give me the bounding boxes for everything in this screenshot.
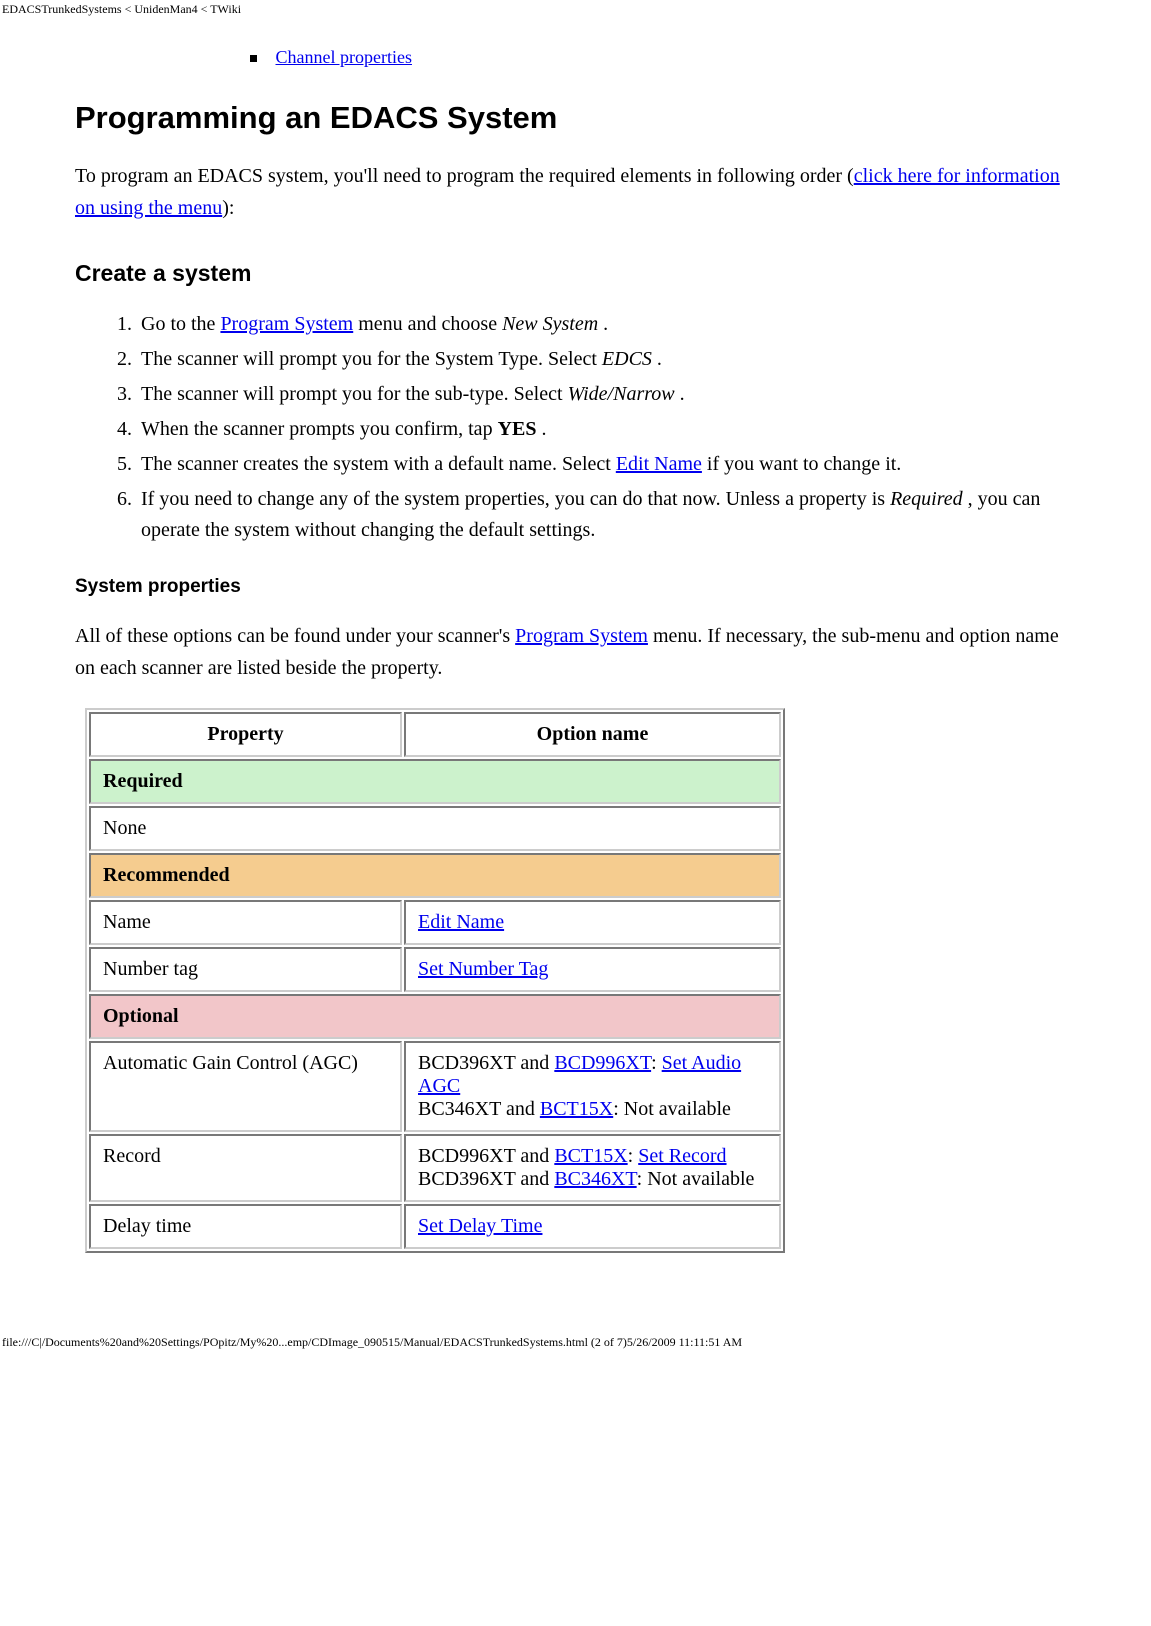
table-row: Record BCD996XT and BCT15X: Set Record B…	[89, 1134, 781, 1202]
cell-text: BC346XT and	[418, 1098, 540, 1120]
step-text: .	[675, 383, 685, 405]
table-row: Delay time Set Delay Time	[89, 1204, 781, 1249]
step-em: Required	[890, 488, 963, 510]
step-4: When the scanner prompts you confirm, ta…	[137, 414, 1076, 445]
step-text: .	[536, 418, 546, 440]
set-record-link[interactable]: Set Record	[638, 1145, 726, 1167]
property-cell: Delay time	[89, 1204, 402, 1249]
required-section: Required	[89, 759, 781, 804]
option-cell: BCD396XT and BCD996XT: Set Audio AGC BC3…	[404, 1041, 781, 1132]
step-text: The scanner creates the system with a de…	[141, 453, 616, 475]
step-em: Wide/Narrow	[568, 383, 675, 405]
step-text: .	[652, 348, 662, 370]
cell-text: : Not available	[613, 1098, 731, 1120]
step-strong: YES	[498, 418, 537, 440]
option-cell: BCD996XT and BCT15X: Set Record BCD396XT…	[404, 1134, 781, 1202]
property-cell: Name	[89, 900, 402, 945]
step-2: The scanner will prompt you for the Syst…	[137, 344, 1076, 375]
channel-properties-link[interactable]: Channel properties	[276, 47, 412, 67]
edit-name-link-2[interactable]: Edit Name	[418, 911, 504, 933]
para-text: All of these options can be found under …	[75, 625, 515, 647]
option-cell: Set Number Tag	[404, 947, 781, 992]
bct15x-link-2[interactable]: BCT15X	[554, 1145, 627, 1167]
bc346xt-link[interactable]: BC346XT	[554, 1168, 636, 1190]
bullet-icon	[250, 55, 257, 62]
intro-text-post: ):	[222, 197, 234, 219]
cell-text: : Not available	[637, 1168, 755, 1190]
table-row: Name Edit Name	[89, 900, 781, 945]
step-em: New System	[502, 313, 598, 335]
property-cell: Number tag	[89, 947, 402, 992]
cell-text: BCD396XT and	[418, 1168, 554, 1190]
step-em: EDCS	[602, 348, 652, 370]
step-text: The scanner will prompt you for the sub-…	[141, 383, 568, 405]
table-section-row: Required	[89, 759, 781, 804]
page-header: EDACSTrunkedSystems < UnidenMan4 < TWiki	[0, 0, 1151, 17]
property-cell: Automatic Gain Control (AGC)	[89, 1041, 402, 1132]
option-cell: Set Delay Time	[404, 1204, 781, 1249]
optional-section: Optional	[89, 994, 781, 1039]
step-text: When the scanner prompts you confirm, ta…	[141, 418, 498, 440]
program-system-link[interactable]: Program System	[220, 313, 353, 335]
intro-paragraph: To program an EDACS system, you'll need …	[75, 160, 1076, 224]
system-properties-heading: System properties	[75, 576, 1076, 598]
step-5: The scanner creates the system with a de…	[137, 449, 1076, 480]
step-6: If you need to change any of the system …	[137, 484, 1076, 546]
bct15x-link[interactable]: BCT15X	[540, 1098, 613, 1120]
step-1: Go to the Program System menu and choose…	[137, 309, 1076, 340]
system-properties-table: Property Option name Required None Recom…	[85, 708, 785, 1253]
col-property: Property	[89, 712, 402, 757]
system-properties-paragraph: All of these options can be found under …	[75, 620, 1076, 684]
recommended-section: Recommended	[89, 853, 781, 898]
main-content: Channel properties Programming an EDACS …	[0, 47, 1151, 1253]
page-title: Programming an EDACS System	[75, 100, 1076, 136]
col-option-name: Option name	[404, 712, 781, 757]
cell-text: :	[628, 1145, 639, 1167]
step-text: .	[598, 313, 608, 335]
step-text: The scanner will prompt you for the Syst…	[141, 348, 602, 370]
bcd996xt-link[interactable]: BCD996XT	[554, 1052, 651, 1074]
program-system-link-2[interactable]: Program System	[515, 625, 648, 647]
table-row: Automatic Gain Control (AGC) BCD396XT an…	[89, 1041, 781, 1132]
table-header-row: Property Option name	[89, 712, 781, 757]
property-cell: Record	[89, 1134, 402, 1202]
none-cell: None	[89, 806, 781, 851]
intro-text-pre: To program an EDACS system, you'll need …	[75, 165, 854, 187]
create-system-heading: Create a system	[75, 260, 1076, 287]
cell-text: BCD996XT and	[418, 1145, 554, 1167]
step-text: If you need to change any of the system …	[141, 488, 890, 510]
page-footer: file:///C|/Documents%20and%20Settings/PO…	[0, 1333, 1151, 1370]
cell-text: BCD396XT and	[418, 1052, 554, 1074]
set-number-tag-link[interactable]: Set Number Tag	[418, 958, 548, 980]
toc-entry: Channel properties	[250, 47, 1076, 68]
cell-text: :	[651, 1052, 662, 1074]
set-delay-time-link[interactable]: Set Delay Time	[418, 1215, 542, 1237]
table-row: Number tag Set Number Tag	[89, 947, 781, 992]
step-text: if you want to change it.	[702, 453, 901, 475]
step-3: The scanner will prompt you for the sub-…	[137, 379, 1076, 410]
table-section-row: Optional	[89, 994, 781, 1039]
table-row: None	[89, 806, 781, 851]
option-cell: Edit Name	[404, 900, 781, 945]
create-system-steps: Go to the Program System menu and choose…	[75, 309, 1076, 546]
step-text: menu and choose	[353, 313, 502, 335]
step-text: Go to the	[141, 313, 220, 335]
table-section-row: Recommended	[89, 853, 781, 898]
edit-name-link[interactable]: Edit Name	[616, 453, 702, 475]
